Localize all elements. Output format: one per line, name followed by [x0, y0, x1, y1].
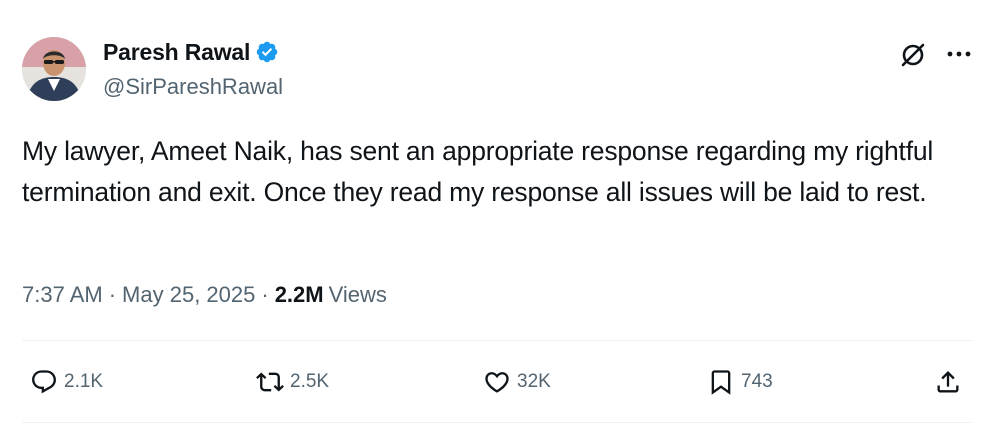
repost-count: 2.5K [290, 371, 330, 392]
avatar[interactable] [22, 37, 86, 101]
author-display-name[interactable]: Paresh Rawal [103, 39, 250, 66]
bookmark-button[interactable]: 743 [707, 362, 773, 402]
avatar-image [22, 37, 86, 101]
grok-icon[interactable] [898, 40, 928, 70]
verified-badge-icon[interactable] [255, 40, 279, 64]
like-button[interactable]: 32K [483, 362, 551, 402]
bookmark-icon [711, 370, 731, 395]
reply-button[interactable]: 2.1K [30, 362, 103, 402]
author-name-row[interactable]: Paresh Rawal [103, 38, 279, 66]
tweet-card: Paresh Rawal @SirPareshRawal My lawyer, … [0, 0, 1000, 433]
action-bar: 2.1K 2.5K 32K 743 [0, 362, 1000, 402]
tweet-date[interactable]: May 25, 2025 [122, 282, 255, 308]
tweet-text: My lawyer, Ameet Naik, has sent an appro… [22, 136, 934, 207]
share-icon [937, 371, 959, 393]
bookmark-count: 743 [741, 371, 773, 392]
repost-icon [256, 372, 284, 392]
reply-count: 2.1K [64, 371, 104, 392]
like-count: 32K [517, 371, 551, 392]
heart-icon [485, 372, 509, 393]
tweet-time[interactable]: 7:37 AM [22, 282, 103, 308]
views-label: Views [328, 282, 387, 307]
reply-icon [32, 370, 56, 394]
author-handle[interactable]: @SirPareshRawal [103, 74, 283, 100]
more-icon[interactable] [944, 42, 974, 66]
views-count: 2.2M [274, 282, 324, 307]
share-button[interactable] [934, 362, 962, 402]
repost-button[interactable]: 2.5K [256, 362, 329, 402]
divider [22, 422, 972, 423]
divider [22, 340, 972, 341]
tweet-meta: 7:37 AM · May 25, 2025 · 2.2M Views [22, 282, 387, 308]
meta-separator: · [108, 282, 117, 307]
meta-separator: · [261, 282, 269, 307]
